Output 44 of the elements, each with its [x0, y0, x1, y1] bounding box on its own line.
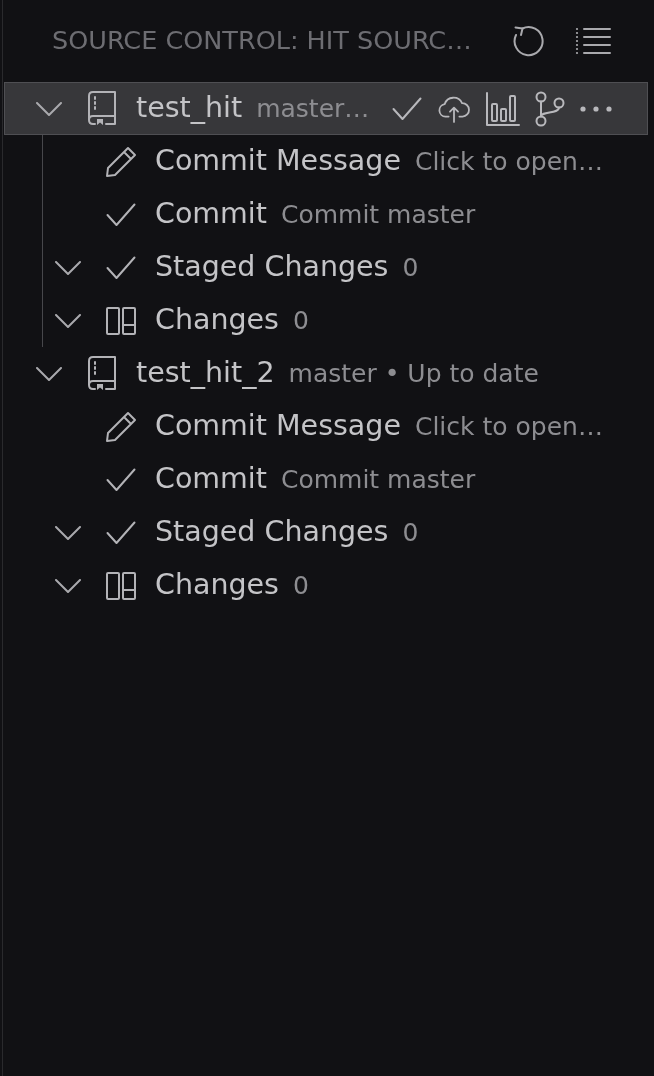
branch-status: master • Up to date [288, 361, 539, 386]
tree-item-label[interactable]: Commit Message [155, 412, 401, 441]
tree-item-label[interactable]: Staged Changes [155, 518, 389, 547]
tree-item-label[interactable]: Commit Message [155, 147, 401, 176]
change-count: 0 [292, 573, 309, 598]
check-icon [106, 255, 136, 280]
repository-name[interactable]: test_hit_2 [136, 359, 275, 388]
tree-item-label[interactable]: Commit [155, 465, 267, 494]
repository-row[interactable]: test_hit master… [4, 82, 648, 135]
chevron-down-icon[interactable] [55, 578, 81, 593]
item-description: Commit master [280, 467, 476, 492]
panel-title: SOURCE CONTROL: HIT SOURC… [52, 28, 472, 54]
book-icon [87, 356, 117, 391]
tree-item-label[interactable]: Staged Changes [155, 253, 389, 282]
chevron-down-icon[interactable] [55, 313, 81, 328]
more-icon[interactable] [580, 105, 612, 112]
item-description: Commit master [280, 202, 476, 227]
columns-icon [106, 306, 136, 335]
branch-icon[interactable] [535, 90, 565, 127]
refresh-icon[interactable] [512, 25, 544, 57]
check-icon [106, 520, 136, 545]
bar-chart-icon[interactable] [486, 91, 520, 126]
branch-status: master… [256, 96, 370, 121]
tree-item-label[interactable]: Changes [155, 571, 279, 600]
item-description: Click to open… [414, 414, 603, 439]
change-count: 0 [402, 255, 419, 280]
change-count: 0 [292, 308, 309, 333]
list-view-icon[interactable] [575, 27, 611, 55]
pencil-icon [105, 145, 137, 178]
chevron-down-icon[interactable] [36, 366, 62, 381]
change-count: 0 [402, 520, 419, 545]
chevron-down-icon[interactable] [55, 525, 81, 540]
chevron-down-icon[interactable] [55, 260, 81, 275]
check-icon [106, 467, 136, 492]
pencil-icon [105, 410, 137, 443]
check-icon [106, 202, 136, 227]
repository-name[interactable]: test_hit [136, 94, 243, 123]
commit-check-icon[interactable] [392, 96, 422, 121]
item-description: Click to open… [414, 149, 603, 174]
book-icon [87, 91, 117, 126]
columns-icon [106, 571, 136, 600]
tree-item-label[interactable]: Commit [155, 200, 267, 229]
chevron-down-icon[interactable] [36, 101, 62, 116]
tree-item-label[interactable]: Changes [155, 306, 279, 335]
